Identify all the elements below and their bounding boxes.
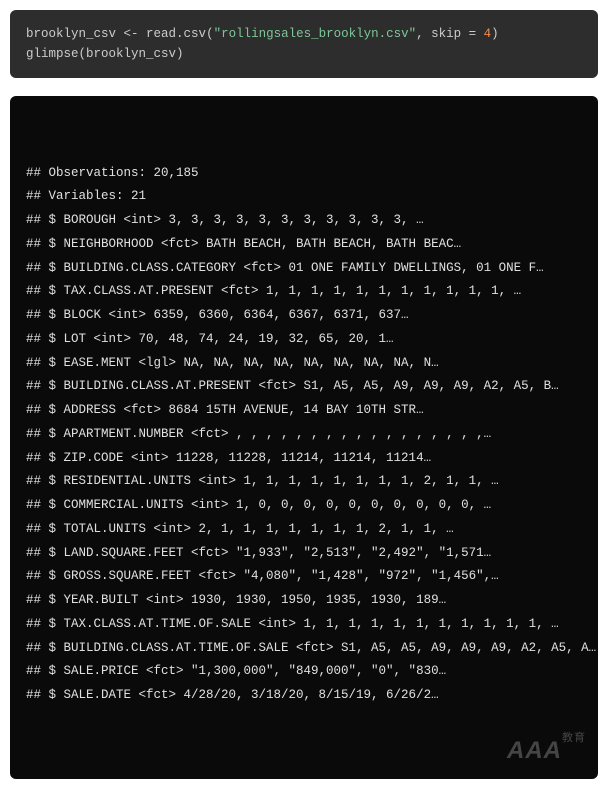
code-text: brooklyn_csv <- read.csv("rollingsales_b… — [26, 27, 499, 61]
watermark-text: 教育 — [562, 732, 586, 744]
code-input-block: brooklyn_csv <- read.csv("rollingsales_b… — [10, 10, 598, 78]
output-lines: ## Observations: 20,185 ## Variables: 21… — [26, 166, 596, 703]
watermark-logo: AAA — [507, 737, 562, 764]
code-output-block: ## Observations: 20,185 ## Variables: 21… — [10, 96, 598, 779]
watermark: AAA教育 — [507, 728, 586, 774]
